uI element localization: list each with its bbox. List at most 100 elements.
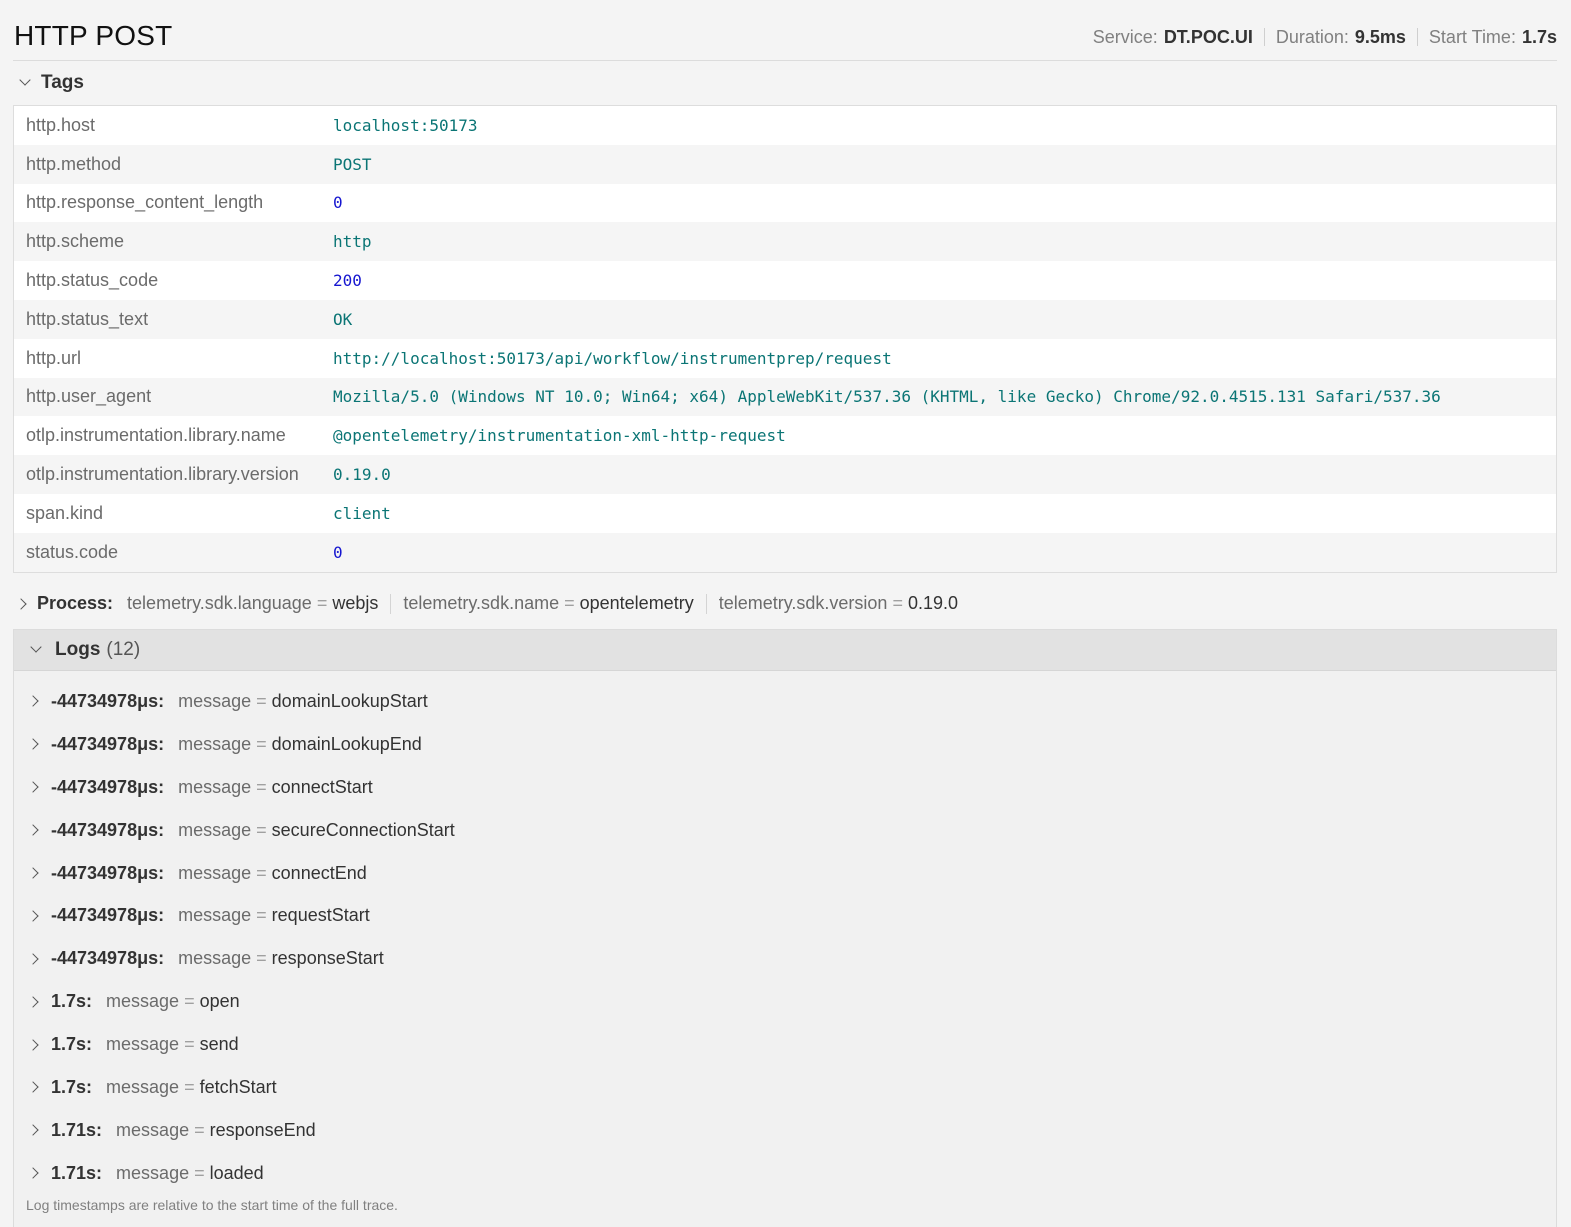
log-field-value: send [199, 1034, 239, 1055]
log-timestamp: 1.71s: [51, 1162, 103, 1183]
log-field-value: connectStart [271, 776, 373, 797]
log-entry[interactable]: 1.71s: message = loaded [14, 1152, 1556, 1195]
log-field: message = domainLookupEnd [178, 734, 422, 755]
logs-section-toggle[interactable]: Logs (12) [14, 630, 1556, 671]
tag-row[interactable]: status.code 0 [14, 532, 1556, 572]
log-field-value: open [199, 991, 240, 1012]
chevron-right-icon [27, 1038, 39, 1051]
chevron-right-icon [27, 910, 39, 922]
equals-sign: = [316, 593, 328, 614]
log-field: message = responseEnd [116, 1120, 316, 1141]
tag-value: OK [333, 309, 353, 329]
log-entry[interactable]: -44734978μs: message = responseStart [14, 937, 1556, 980]
chevron-right-icon [27, 1124, 39, 1137]
chevron-right-icon [27, 996, 39, 1008]
duration-value: 9.5ms [1354, 26, 1406, 47]
process-tag-key: telemetry.sdk.version [718, 593, 888, 614]
chevron-right-icon [27, 824, 39, 836]
log-field-value: fetchStart [199, 1076, 277, 1097]
log-field: message = domainLookupStart [178, 691, 428, 712]
tag-row[interactable]: http.response_content_length 0 [14, 184, 1556, 223]
tag-key: span.kind [26, 502, 104, 523]
log-field-value: domainLookupStart [271, 690, 428, 711]
log-entry[interactable]: 1.7s: message = send [14, 1023, 1556, 1066]
log-field-value: requestStart [271, 905, 370, 926]
process-tag-key: telemetry.sdk.name [403, 593, 560, 614]
log-field: message = connectEnd [178, 863, 367, 884]
service-value: DT.POC.UI [1163, 26, 1253, 47]
log-timestamp: 1.7s: [51, 1034, 93, 1055]
log-field: message = responseStart [178, 948, 384, 969]
log-entry[interactable]: -44734978μs: message = connectStart [14, 766, 1556, 809]
equals-sign: = [256, 905, 267, 926]
tag-key: http.scheme [26, 231, 125, 252]
process-tag-value: 0.19.0 [907, 593, 958, 614]
chevron-right-icon [27, 738, 39, 750]
log-field: message = connectStart [178, 777, 373, 798]
tags-section-toggle[interactable]: Tags [13, 61, 1557, 105]
log-entry[interactable]: -44734978μs: message = requestStart [14, 894, 1556, 937]
tag-row[interactable]: span.kind client [14, 494, 1556, 533]
process-tag: telemetry.sdk.language = webjs [127, 593, 378, 614]
log-entry[interactable]: -44734978μs: message = domainLookupStart [14, 680, 1556, 723]
tag-row[interactable]: http.status_text OK [14, 299, 1556, 339]
log-entry[interactable]: 1.7s: message = fetchStart [14, 1066, 1556, 1109]
start-time-label: Start Time: [1428, 26, 1516, 47]
log-timestamp: 1.7s: [51, 991, 93, 1012]
tag-value: http://localhost:50173/api/workflow/inst… [333, 348, 892, 368]
log-field: message = fetchStart [106, 1077, 277, 1098]
log-timestamp: -44734978μs: [51, 862, 165, 883]
tag-value: client [333, 503, 391, 523]
process-section-toggle[interactable]: Process: telemetry.sdk.language = webjs tel… [13, 573, 1557, 635]
tag-key: otlp.instrumentation.library.name [26, 425, 286, 446]
log-field-key: message [116, 1119, 190, 1140]
tag-row[interactable]: http.status_code 200 [14, 261, 1556, 300]
tag-key: http.host [26, 114, 96, 135]
log-field: message = secureConnectionStart [178, 820, 455, 841]
log-field: message = loaded [116, 1163, 264, 1184]
process-divider [705, 593, 707, 614]
log-field-key: message [106, 1034, 180, 1055]
log-entry[interactable]: 1.7s: message = open [14, 980, 1556, 1023]
logs-section: Logs (12) -44734978μs: message = domainLook… [13, 629, 1557, 1227]
equals-sign: = [184, 991, 195, 1012]
log-field-key: message [178, 948, 252, 969]
log-entry[interactable]: 1.71s: message = responseEnd [14, 1109, 1556, 1152]
tag-row[interactable]: otlp.instrumentation.library.name @opente… [14, 416, 1556, 455]
tag-key: http.response_content_length [26, 192, 264, 213]
equals-sign: = [184, 1076, 195, 1097]
log-entry[interactable]: -44734978μs: message = secureConnectionStar… [14, 809, 1556, 852]
log-field-value: domainLookupEnd [271, 733, 422, 754]
log-field-value: secureConnectionStart [271, 819, 455, 840]
log-entry[interactable]: -44734978μs: message = domainLookupEnd [14, 723, 1556, 766]
tag-value: http [333, 232, 372, 252]
tag-row[interactable]: http.user_agent Mozilla/5.0 (Windows NT 1… [14, 377, 1556, 417]
logs-footnote: Log timestamps are relative to the start… [26, 1197, 398, 1213]
tag-row[interactable]: http.host localhost:50173 [14, 106, 1556, 145]
log-field-value: loaded [209, 1162, 264, 1183]
log-timestamp: -44734978μs: [51, 776, 165, 797]
meta-divider [1263, 28, 1265, 46]
log-field-value: responseEnd [209, 1119, 316, 1140]
tag-key: status.code [26, 541, 119, 562]
span-detail: HTTP POST Service: DT.POC.UI Duration: 9… [0, 0, 1571, 1227]
equals-sign: = [256, 948, 267, 969]
logs-count: (12) [106, 639, 141, 660]
log-entry[interactable]: -44734978μs: message = connectEnd [14, 852, 1556, 895]
process-tag: telemetry.sdk.version = 0.19.0 [719, 593, 958, 614]
start-time-value: 1.7s [1521, 26, 1557, 47]
tag-row[interactable]: otlp.instrumentation.library.version 0.19… [14, 455, 1556, 494]
process-tag-value: webjs [332, 593, 379, 614]
log-timestamp: -44734978μs: [51, 905, 165, 926]
tag-row[interactable]: http.scheme http [14, 222, 1556, 262]
tag-row[interactable]: http.method POST [14, 144, 1556, 184]
equals-sign: = [256, 862, 267, 883]
equals-sign: = [184, 1034, 195, 1055]
tag-row[interactable]: http.url http://localhost:50173/api/workf… [14, 339, 1556, 378]
process-divider [390, 593, 392, 614]
equals-sign: = [256, 733, 267, 754]
equals-sign: = [892, 593, 903, 614]
tag-key: http.status_code [26, 270, 159, 291]
tag-key: http.status_text [26, 308, 149, 329]
chevron-right-icon [27, 781, 39, 793]
